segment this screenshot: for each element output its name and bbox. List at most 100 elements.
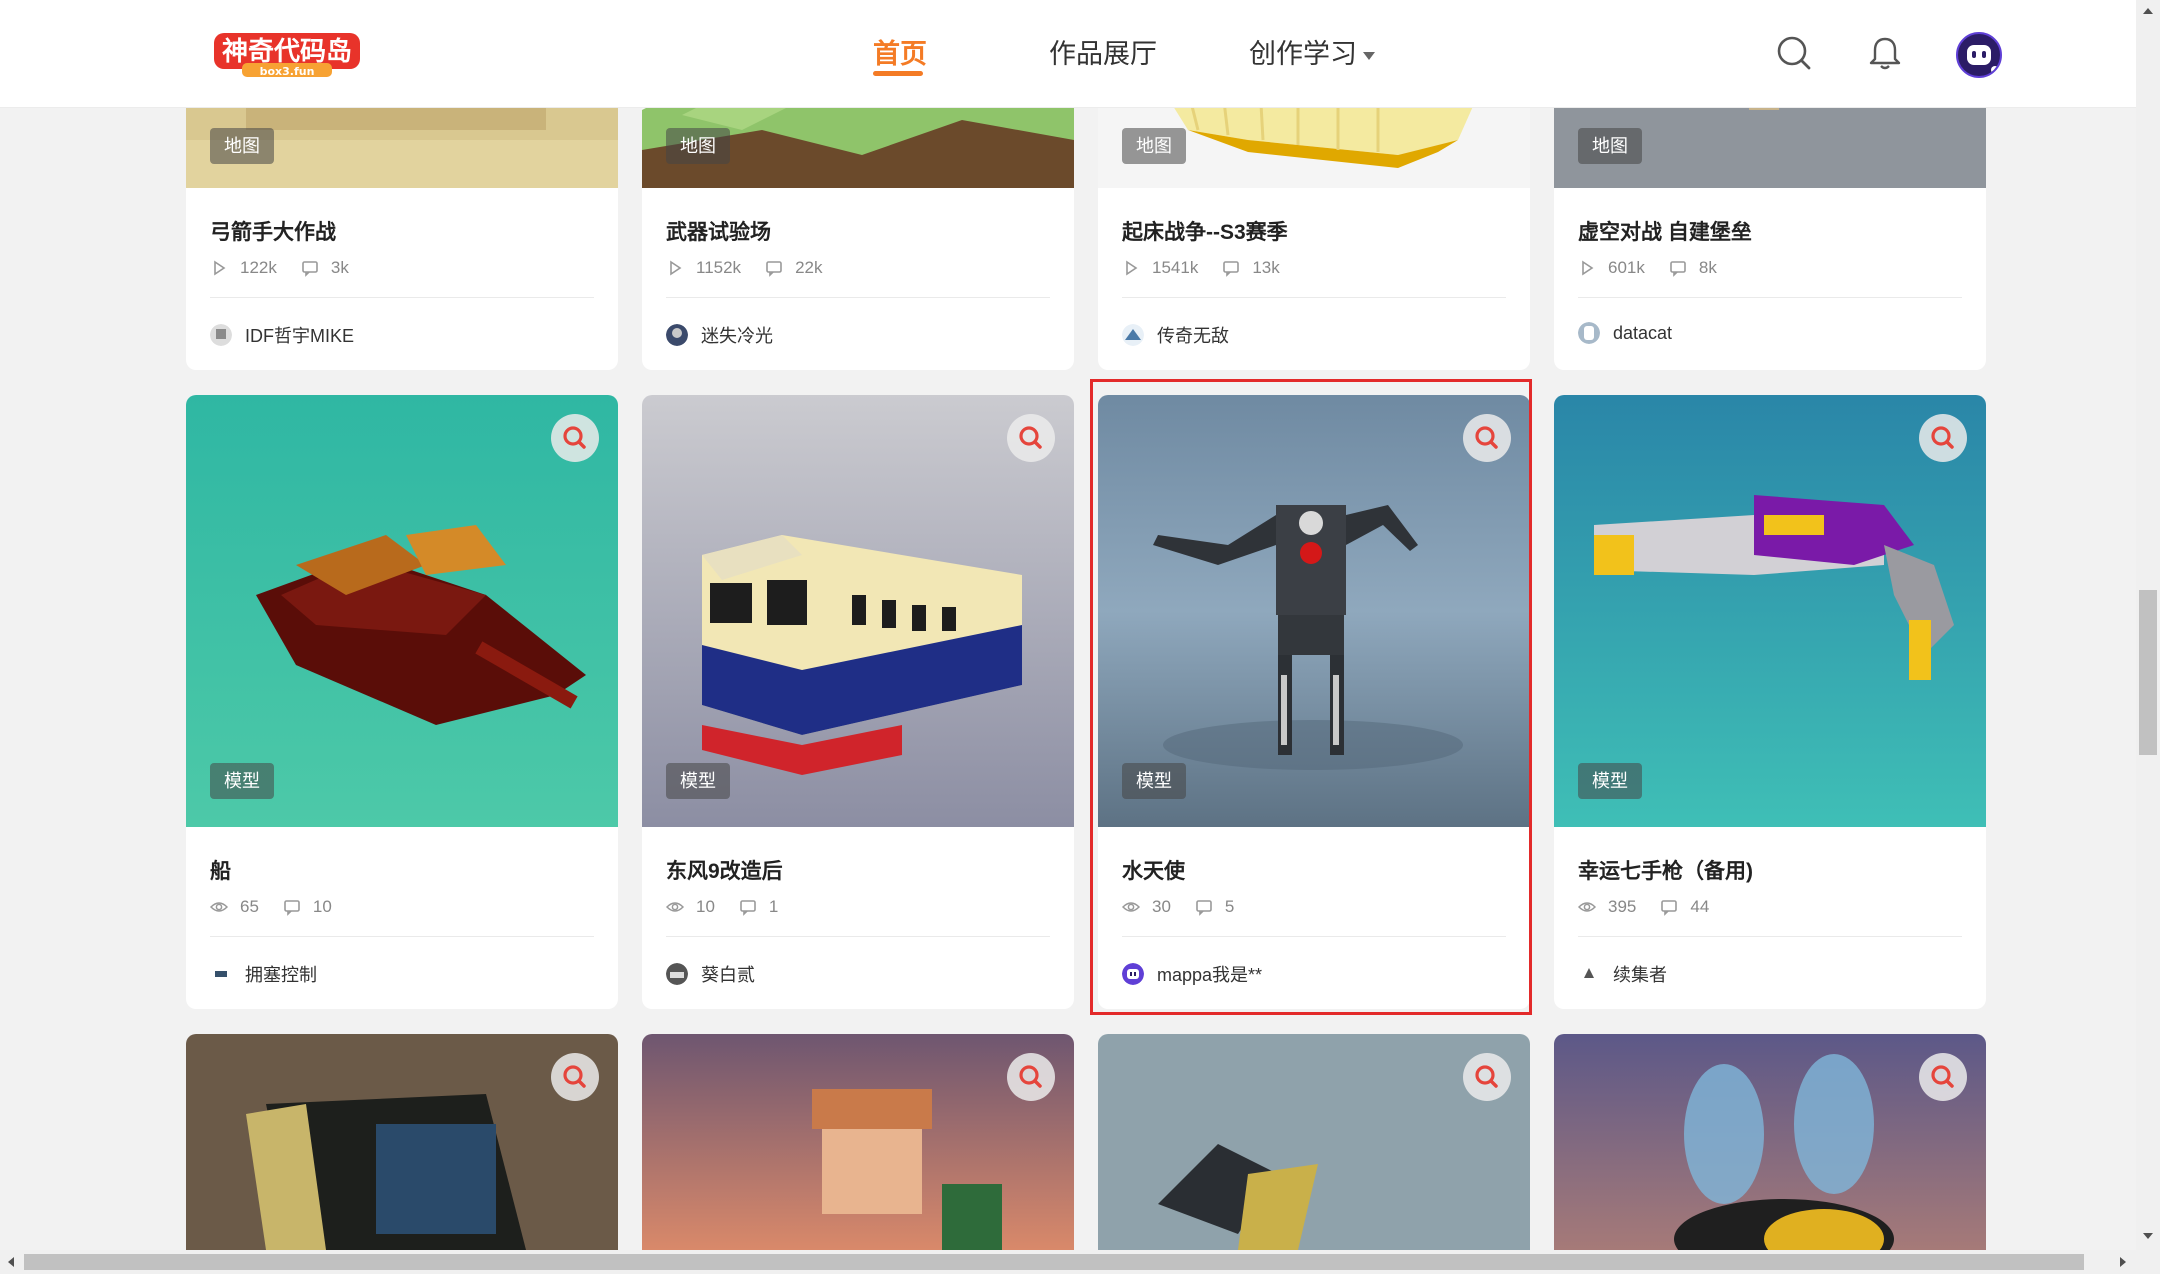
- search-icon[interactable]: [1463, 1053, 1511, 1101]
- views-count: 30: [1152, 897, 1171, 916]
- author-avatar: [1122, 324, 1144, 346]
- category-tag: 地图: [666, 128, 730, 164]
- scroll-left-arrow-icon[interactable]: [8, 1257, 14, 1267]
- author-avatar: [210, 963, 232, 985]
- comments-count: 13k: [1252, 258, 1280, 277]
- work-card[interactable]: 模型 水天使 30 5 mappa我是**: [1098, 395, 1530, 1009]
- scroll-up-arrow-icon[interactable]: [2143, 8, 2153, 14]
- card-thumbnail[interactable]: [1554, 1034, 1986, 1250]
- card-stats: 1152k 22k: [666, 258, 846, 278]
- search-icon[interactable]: [1919, 414, 1967, 462]
- nav-home[interactable]: 首页: [873, 32, 927, 71]
- views-count: 65: [240, 897, 259, 916]
- work-card[interactable]: 模型 船 65 10 拥塞控制: [186, 395, 618, 1009]
- search-icon[interactable]: [551, 1053, 599, 1101]
- comment-icon: [766, 261, 782, 277]
- card-author[interactable]: datacat: [1578, 322, 1672, 344]
- card-divider: [1122, 936, 1506, 937]
- card-author[interactable]: mappa我是**: [1122, 961, 1262, 987]
- card-author[interactable]: IDF哲宇MIKE: [210, 322, 354, 348]
- card-divider: [1578, 936, 1962, 937]
- work-card[interactable]: [186, 1034, 618, 1250]
- card-thumbnail[interactable]: [642, 1034, 1074, 1250]
- card-thumbnail[interactable]: [186, 1034, 618, 1250]
- card-thumbnail[interactable]: 模型: [1098, 395, 1530, 827]
- card-title[interactable]: 幸运七手枪（备用): [1578, 855, 1753, 885]
- horizontal-scroll-thumb[interactable]: [24, 1254, 2084, 1270]
- card-title[interactable]: 东风9改造后: [666, 855, 783, 885]
- search-icon[interactable]: [1919, 1053, 1967, 1101]
- horizontal-scrollbar[interactable]: [0, 1250, 2136, 1274]
- card-title[interactable]: 起床战争--S3赛季: [1122, 216, 1288, 246]
- comments-count: 44: [1690, 897, 1710, 916]
- eye-icon: [666, 902, 684, 912]
- card-title[interactable]: 弓箭手大作战: [210, 216, 336, 246]
- card-author[interactable]: 传奇无敌: [1122, 322, 1229, 348]
- card-author[interactable]: 迷失冷光: [666, 322, 773, 348]
- category-tag: 地图: [1578, 128, 1642, 164]
- card-thumbnail[interactable]: 模型: [1554, 395, 1986, 827]
- logo-subtext: box3.fun: [260, 65, 315, 78]
- author-name: IDF哲宇MIKE: [245, 326, 355, 346]
- card-divider: [1578, 297, 1962, 298]
- views-count: 122k: [240, 258, 277, 277]
- card-thumbnail[interactable]: [1098, 1034, 1530, 1250]
- card-author[interactable]: 葵白贰: [666, 961, 755, 987]
- search-icon[interactable]: [1463, 414, 1511, 462]
- work-card[interactable]: [1554, 1034, 1986, 1250]
- card-title[interactable]: 船: [210, 855, 231, 885]
- card-title[interactable]: 虚空对战 自建堡垒: [1578, 216, 1752, 246]
- author-name: 葵白贰: [701, 965, 755, 985]
- search-icon[interactable]: [1007, 1053, 1055, 1101]
- card-title[interactable]: 武器试验场: [666, 216, 771, 246]
- work-card[interactable]: [1098, 1034, 1530, 1250]
- play-icon: [1126, 260, 1138, 276]
- views-count: 601k: [1608, 258, 1645, 277]
- nav-active-indicator: [873, 71, 923, 76]
- author-avatar: [1122, 963, 1144, 985]
- author-name: 续集者: [1613, 965, 1667, 985]
- category-tag: 地图: [1122, 128, 1186, 164]
- card-stats: 122k 3k: [210, 258, 373, 278]
- nav-gallery[interactable]: 作品展厅: [1049, 32, 1157, 71]
- author-avatar: [1578, 963, 1600, 985]
- comment-icon: [1661, 900, 1678, 916]
- author-avatar: [666, 963, 688, 985]
- card-author[interactable]: 拥塞控制: [210, 961, 317, 987]
- views-count: 1152k: [696, 258, 742, 277]
- author-avatar: [666, 324, 688, 346]
- card-stats: 395 44: [1578, 897, 1733, 917]
- work-card[interactable]: 模型 幸运七手枪（备用) 395 44 续集者: [1554, 395, 1986, 1009]
- scroll-right-arrow-icon[interactable]: [2120, 1257, 2126, 1267]
- search-icon[interactable]: [551, 414, 599, 462]
- card-author[interactable]: 续集者: [1578, 961, 1667, 987]
- nav-learn[interactable]: 创作学习: [1249, 32, 1375, 71]
- comment-icon: [1670, 261, 1686, 277]
- card-thumbnail[interactable]: 模型: [642, 395, 1074, 827]
- comments-count: 5: [1224, 897, 1235, 916]
- eye-icon: [210, 902, 228, 912]
- vertical-scrollbar[interactable]: [2136, 0, 2160, 1274]
- card-title[interactable]: 水天使: [1122, 855, 1185, 885]
- card-divider: [666, 936, 1050, 937]
- card-thumbnail[interactable]: 模型: [186, 395, 618, 827]
- vertical-scroll-thumb[interactable]: [2139, 590, 2157, 755]
- site-logo[interactable]: 神奇代码岛 box3.fun: [212, 27, 362, 81]
- bell-icon[interactable]: [1866, 34, 1904, 72]
- card-stats: 65 10: [210, 897, 356, 917]
- work-card[interactable]: 模型 东风9改造后 10 1 葵白贰: [642, 395, 1074, 1009]
- comment-icon: [1196, 900, 1212, 916]
- user-avatar[interactable]: [1956, 32, 2002, 78]
- author-name: mappa我是**: [1157, 965, 1263, 985]
- views-count: 395: [1608, 897, 1637, 916]
- work-card[interactable]: [642, 1034, 1074, 1250]
- comments-count: 8k: [1698, 258, 1717, 277]
- search-icon[interactable]: [1775, 34, 1813, 72]
- author-avatar: [1578, 322, 1600, 344]
- chevron-down-icon: [1363, 51, 1375, 60]
- category-tag: 模型: [666, 763, 730, 799]
- scroll-down-arrow-icon[interactable]: [2143, 1233, 2153, 1239]
- category-tag: 模型: [1122, 763, 1186, 799]
- search-icon[interactable]: [1007, 414, 1055, 462]
- play-icon: [670, 260, 682, 276]
